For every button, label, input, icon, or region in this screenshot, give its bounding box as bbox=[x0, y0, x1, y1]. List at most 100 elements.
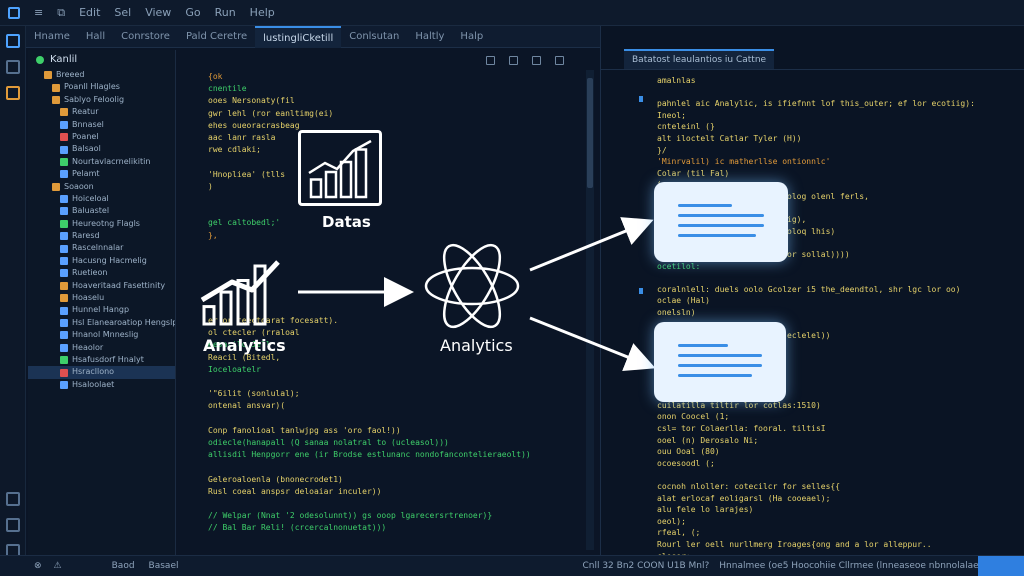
code-line: pahnlel aic Analylic, is ifiefnnt lof th… bbox=[657, 99, 975, 109]
file-icon bbox=[60, 170, 68, 179]
notifications-button[interactable] bbox=[978, 556, 1024, 576]
tab-7[interactable]: Halp bbox=[452, 26, 491, 48]
code-line: rfeal, (; bbox=[657, 528, 701, 538]
file-label: Hsracllono bbox=[72, 367, 115, 377]
file-tree-item[interactable]: Poanel bbox=[28, 131, 175, 143]
file-tree-item[interactable]: Raresd bbox=[28, 230, 175, 242]
account-icon[interactable] bbox=[6, 492, 20, 506]
file-label: Reatur bbox=[72, 107, 99, 117]
card-line bbox=[678, 204, 732, 207]
menu-item[interactable]: Sel bbox=[114, 6, 131, 19]
file-tree-item[interactable]: Hunnel Hangp bbox=[28, 304, 175, 316]
code-editor[interactable]: {ok cnentile ooes Nersonaty(fil gwr lehl… bbox=[178, 50, 596, 555]
code-line: ooel (n) Derosalo Ni; bbox=[657, 435, 759, 445]
menu-item[interactable]: ≡ bbox=[34, 6, 43, 19]
card-line bbox=[678, 354, 762, 357]
file-label: Sablyo Feloolig bbox=[64, 94, 125, 104]
right-pane-tab[interactable]: Batatost leaulantios iu Cattne bbox=[624, 48, 775, 69]
code-line: ocetilol: bbox=[657, 261, 701, 271]
tab-2[interactable]: Conrstore bbox=[113, 26, 178, 48]
copy-icon[interactable] bbox=[532, 55, 541, 65]
file-icon bbox=[60, 219, 68, 228]
code-line: }, bbox=[208, 230, 218, 240]
file-tree-item[interactable]: Baluastel bbox=[28, 205, 175, 217]
file-icon bbox=[60, 207, 68, 216]
file-label: Hnanol Mnneslig bbox=[72, 330, 139, 340]
explorer-header[interactable]: Kanlil bbox=[28, 50, 175, 69]
output-card-top bbox=[654, 182, 788, 262]
status-branch[interactable]: Baod bbox=[112, 561, 135, 571]
terminal-icon[interactable] bbox=[6, 518, 20, 532]
file-label: Hunnel Hangp bbox=[72, 305, 130, 315]
search-icon[interactable] bbox=[6, 60, 20, 74]
file-icon bbox=[60, 257, 68, 266]
file-icon bbox=[52, 83, 60, 92]
file-tree-item[interactable]: Hacusng Hacmelig bbox=[28, 255, 175, 267]
file-tree-item[interactable]: Nourtavlacrnelikitin bbox=[28, 156, 175, 168]
tab-3[interactable]: Pald Ceretre bbox=[178, 26, 255, 48]
menu-item[interactable]: Help bbox=[250, 6, 275, 19]
code-line: Rusl coeal anspsr deloaiar inculer)) bbox=[208, 486, 382, 496]
file-tree-item[interactable]: Hnanol Mnneslig bbox=[28, 329, 175, 341]
preview-icon[interactable] bbox=[509, 55, 518, 65]
file-tree-item[interactable]: Breeed bbox=[28, 69, 175, 81]
code-line: alt iloctelt Catlar Tyler (H)) bbox=[657, 134, 802, 143]
status-cursor-info[interactable]: Cnll 32 Bn2 COON U1B Mnl? bbox=[582, 561, 709, 571]
file-icon bbox=[60, 145, 68, 154]
tab-5[interactable]: Conlsutan bbox=[341, 26, 407, 48]
file-tree-item[interactable]: Pelamt bbox=[28, 168, 175, 180]
editor-scrollbar[interactable] bbox=[586, 70, 594, 550]
file-label: Balsaol bbox=[72, 144, 101, 154]
file-tree-item[interactable]: Sablyo Feloolig bbox=[28, 94, 175, 106]
file-tree-item[interactable]: Hsracllono bbox=[28, 366, 175, 379]
file-tree-item[interactable]: Hoiceloal bbox=[28, 193, 175, 205]
file-tree-item[interactable]: Ruetieon bbox=[28, 267, 175, 279]
file-icon bbox=[60, 195, 68, 204]
split-icon[interactable] bbox=[486, 55, 495, 65]
right-pane-tabs: Batatost leaulantios iu Cattne bbox=[600, 48, 1024, 70]
menu-item[interactable]: Run bbox=[215, 6, 236, 19]
file-tree-item[interactable]: Soaoon bbox=[28, 181, 175, 193]
menu-item[interactable]: ⧉ bbox=[57, 6, 65, 20]
file-tree-item[interactable]: Hsl Elanearoatiop Hengslp bbox=[28, 317, 175, 329]
code-line: ) bbox=[208, 181, 213, 191]
file-label: Heaolor bbox=[72, 342, 104, 352]
file-label: Hoiceloal bbox=[72, 193, 109, 203]
file-tree-item[interactable]: Hoaselu bbox=[28, 292, 175, 304]
file-tree-item[interactable]: Bnnasel bbox=[28, 119, 175, 131]
file-tree-item[interactable]: Hsaloolaet bbox=[28, 379, 175, 391]
errors-icon[interactable]: ⊗ bbox=[34, 561, 42, 571]
file-tree-item[interactable]: Heaolor bbox=[28, 342, 175, 354]
more-icon[interactable] bbox=[555, 55, 564, 65]
output-card-bottom bbox=[654, 322, 786, 402]
editor-toolbar bbox=[470, 50, 596, 70]
card-line bbox=[678, 234, 756, 237]
scrollbar-thumb[interactable] bbox=[587, 78, 593, 188]
menu-item[interactable]: Edit bbox=[79, 6, 100, 19]
gutter-marker bbox=[639, 356, 643, 362]
file-tree-item[interactable]: Rascelnnalar bbox=[28, 242, 175, 254]
tab-4[interactable]: lustingliCketill bbox=[255, 25, 342, 48]
explorer-icon[interactable] bbox=[6, 34, 20, 48]
file-tree-item[interactable]: Hoaveritaad Fasettinity bbox=[28, 280, 175, 292]
tab-1[interactable]: Hall bbox=[78, 26, 113, 48]
code-line: amalnlas bbox=[657, 76, 696, 85]
file-tree-item[interactable]: Reatur bbox=[28, 106, 175, 118]
file-tree-item[interactable]: Balsaol bbox=[28, 143, 175, 155]
tab-0[interactable]: Hname bbox=[26, 26, 78, 48]
status-item[interactable]: Basael bbox=[149, 561, 179, 571]
right-editor-pane[interactable]: amalnlas pahnlel aic Analylic, is ifiefn… bbox=[600, 26, 1024, 572]
menu-item[interactable]: View bbox=[145, 6, 171, 19]
file-tree-item[interactable]: Hsafusdorf Hnalyt bbox=[28, 354, 175, 366]
analytics-center-label: Analytics bbox=[440, 336, 513, 355]
extensions-icon[interactable] bbox=[6, 86, 20, 100]
tab-6[interactable]: Haltly bbox=[407, 26, 452, 48]
file-tree-item[interactable]: Poanll Hlagles bbox=[28, 81, 175, 93]
menu-item[interactable]: Go bbox=[185, 6, 200, 19]
code-line: odiecle(hanapall (Q sanaa nolatral to (u… bbox=[208, 438, 449, 447]
warnings-icon[interactable]: ⚠ bbox=[54, 561, 62, 571]
status-bar: ⊗ ⚠ Baod Basael Cnll 32 Bn2 COON U1B Mnl… bbox=[0, 555, 1024, 576]
code-line: cnentile bbox=[208, 84, 247, 94]
file-tree-item[interactable]: Heureotng Flagls bbox=[28, 218, 175, 230]
code-line: alat erlocaf eoligarsl (Ha cooeael); bbox=[657, 493, 831, 503]
